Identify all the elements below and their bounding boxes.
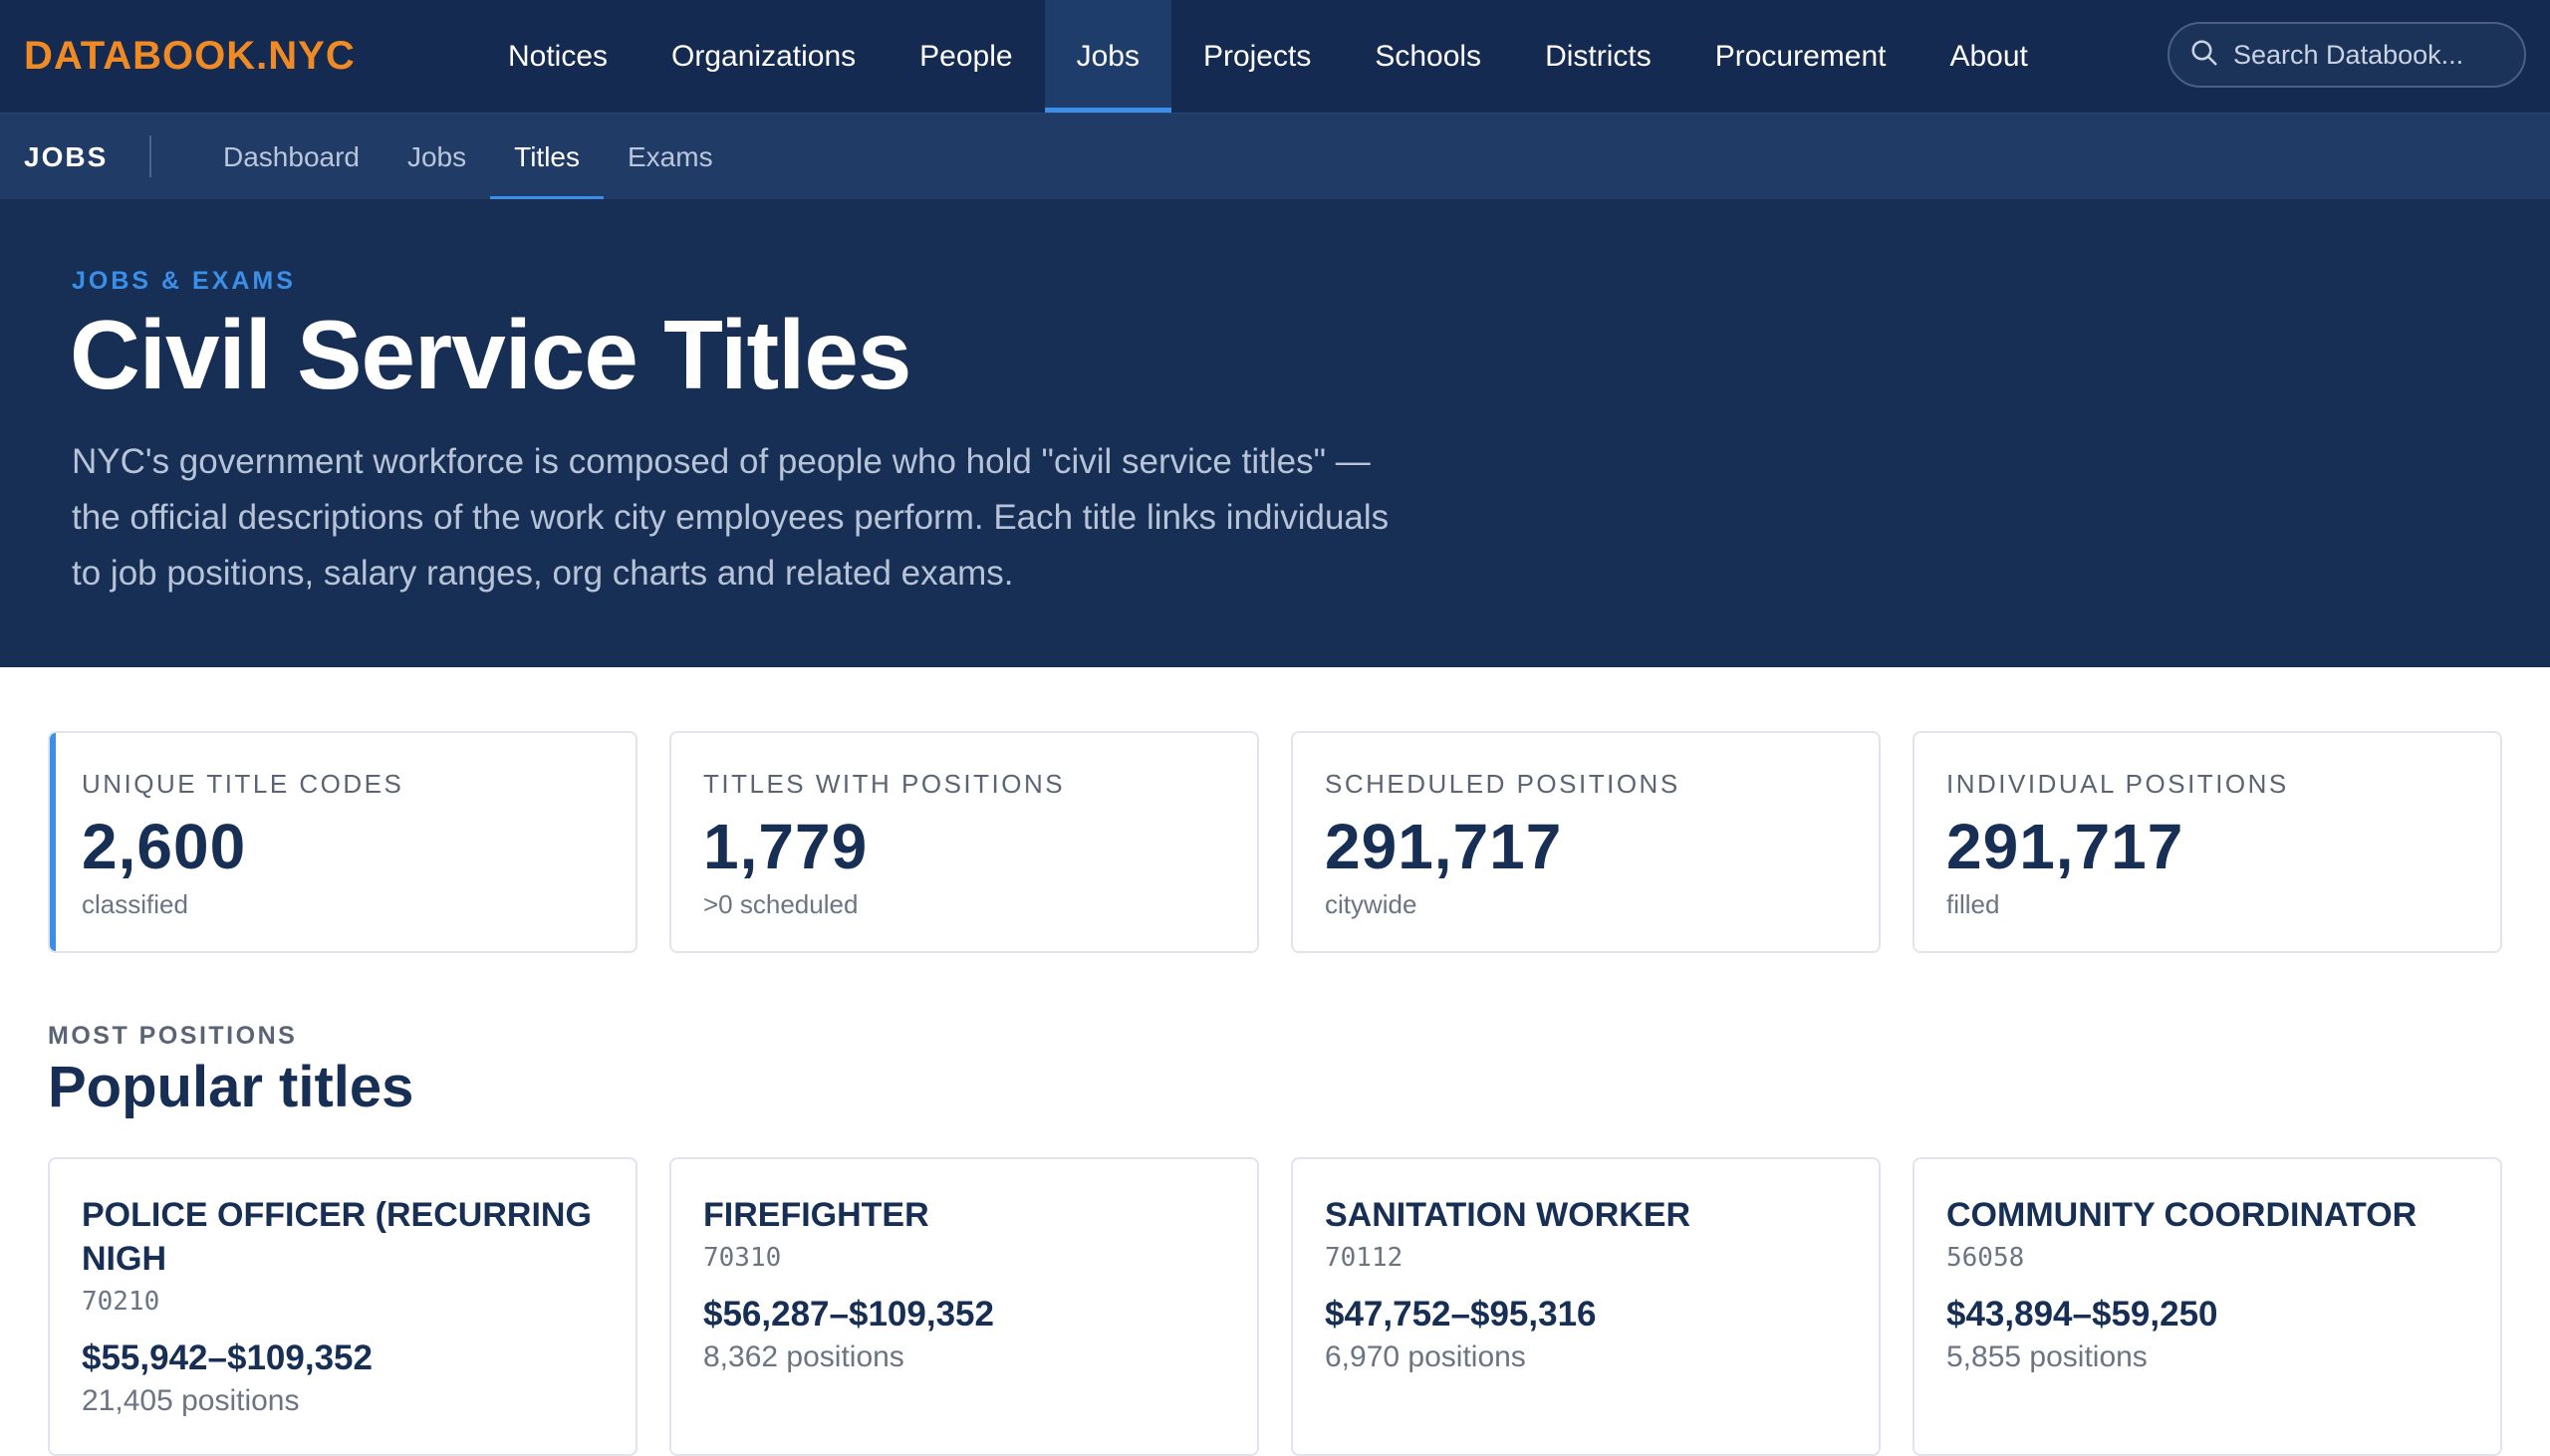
popular-titles-list: POLICE OFFICER (RECURRING NIGH 70210 $55… (48, 1157, 2502, 1456)
search-icon (2189, 38, 2219, 73)
hero-description: NYC's government workforce is composed o… (72, 442, 1390, 593)
sub-nav: JOBS Dashboard Jobs Titles Exams (0, 113, 2550, 200)
divider (149, 135, 151, 177)
stat-card-titles-with-positions: TITLES WITH POSITIONS 1,779 >0 scheduled (669, 731, 1259, 953)
subnav-item-jobs[interactable]: Jobs (383, 114, 490, 200)
title-salary-range: $56,287–$109,352 (703, 1295, 994, 1334)
nav-item-jobs[interactable]: Jobs (1044, 0, 1172, 113)
stat-sub: filled (1946, 889, 2000, 919)
title-positions: 21,405 positions (82, 1384, 300, 1417)
sub-nav-items: Dashboard Jobs Titles Exams (199, 114, 737, 200)
stat-sub: >0 scheduled (703, 889, 859, 919)
stat-card-scheduled-positions: SCHEDULED POSITIONS 291,717 citywide (1291, 731, 1881, 953)
title-card[interactable]: POLICE OFFICER (RECURRING NIGH 70210 $55… (48, 1157, 638, 1456)
main-nav: Notices Organizations People Jobs Projec… (476, 0, 2060, 113)
title-positions: 5,855 positions (1946, 1340, 2148, 1373)
title-code: 70112 (1325, 1243, 1403, 1273)
page-title: Civil Service Titles (70, 300, 911, 409)
title-name[interactable]: FIREFIGHTER (703, 1193, 1225, 1237)
title-code: 56058 (1946, 1243, 2025, 1273)
title-salary-range: $55,942–$109,352 (82, 1338, 373, 1377)
nav-item-people[interactable]: People (888, 0, 1044, 113)
stat-sub: citywide (1325, 889, 1417, 919)
subnav-item-titles[interactable]: Titles (490, 114, 604, 200)
title-code: 70310 (703, 1243, 782, 1273)
stat-value: 1,779 (703, 811, 869, 882)
hero: JOBS & EXAMS Civil Service Titles NYC's … (0, 199, 2550, 667)
title-card[interactable]: FIREFIGHTER 70310 $56,287–$109,352 8,362… (669, 1157, 1259, 1456)
title-salary-range: $47,752–$95,316 (1325, 1295, 1597, 1334)
section-label: JOBS (24, 140, 109, 172)
title-salary-range: $43,894–$59,250 (1946, 1295, 2218, 1334)
title-positions: 6,970 positions (1325, 1340, 1526, 1373)
nav-item-about[interactable]: About (1917, 0, 2059, 113)
stat-label: TITLES WITH POSITIONS (703, 769, 1066, 799)
nav-item-procurement[interactable]: Procurement (1683, 0, 1918, 113)
top-nav: DATABOOK.NYC Notices Organizations Peopl… (0, 0, 2550, 113)
subnav-item-dashboard[interactable]: Dashboard (199, 114, 383, 200)
stat-label: INDIVIDUAL POSITIONS (1946, 769, 2289, 799)
nav-item-notices[interactable]: Notices (476, 0, 639, 113)
title-code: 70210 (82, 1287, 160, 1317)
stat-sub: classified (82, 889, 188, 919)
stat-card-unique-title-codes: UNIQUE TITLE CODES 2,600 classified (48, 731, 638, 953)
nav-item-districts[interactable]: Districts (1513, 0, 1683, 113)
search-input[interactable] (2233, 39, 2512, 71)
stats-row: UNIQUE TITLE CODES 2,600 classified TITL… (48, 731, 2502, 953)
section-eyebrow: MOST POSITIONS (48, 1022, 298, 1050)
search-box[interactable] (2168, 22, 2526, 88)
title-positions: 8,362 positions (703, 1340, 904, 1373)
stat-value: 2,600 (82, 811, 247, 882)
nav-item-projects[interactable]: Projects (1171, 0, 1343, 113)
nav-item-schools[interactable]: Schools (1343, 0, 1513, 113)
title-name[interactable]: COMMUNITY COORDINATOR (1946, 1193, 2468, 1237)
title-card[interactable]: COMMUNITY COORDINATOR 56058 $43,894–$59,… (1912, 1157, 2502, 1456)
stat-value: 291,717 (1946, 811, 2184, 882)
nav-item-organizations[interactable]: Organizations (639, 0, 888, 113)
site-logo[interactable]: DATABOOK.NYC (24, 0, 356, 113)
section-title: Popular titles (48, 1055, 414, 1119)
title-name[interactable]: POLICE OFFICER (RECURRING NIGH (82, 1193, 604, 1281)
stat-value: 291,717 (1325, 811, 1563, 882)
subnav-item-exams[interactable]: Exams (604, 114, 737, 200)
stat-label: UNIQUE TITLE CODES (82, 769, 404, 799)
stat-card-individual-positions: INDIVIDUAL POSITIONS 291,717 filled (1912, 731, 2502, 953)
stat-label: SCHEDULED POSITIONS (1325, 769, 1680, 799)
title-name[interactable]: SANITATION WORKER (1325, 1193, 1847, 1237)
hero-eyebrow: JOBS & EXAMS (72, 267, 296, 295)
title-card[interactable]: SANITATION WORKER 70112 $47,752–$95,316 … (1291, 1157, 1881, 1456)
